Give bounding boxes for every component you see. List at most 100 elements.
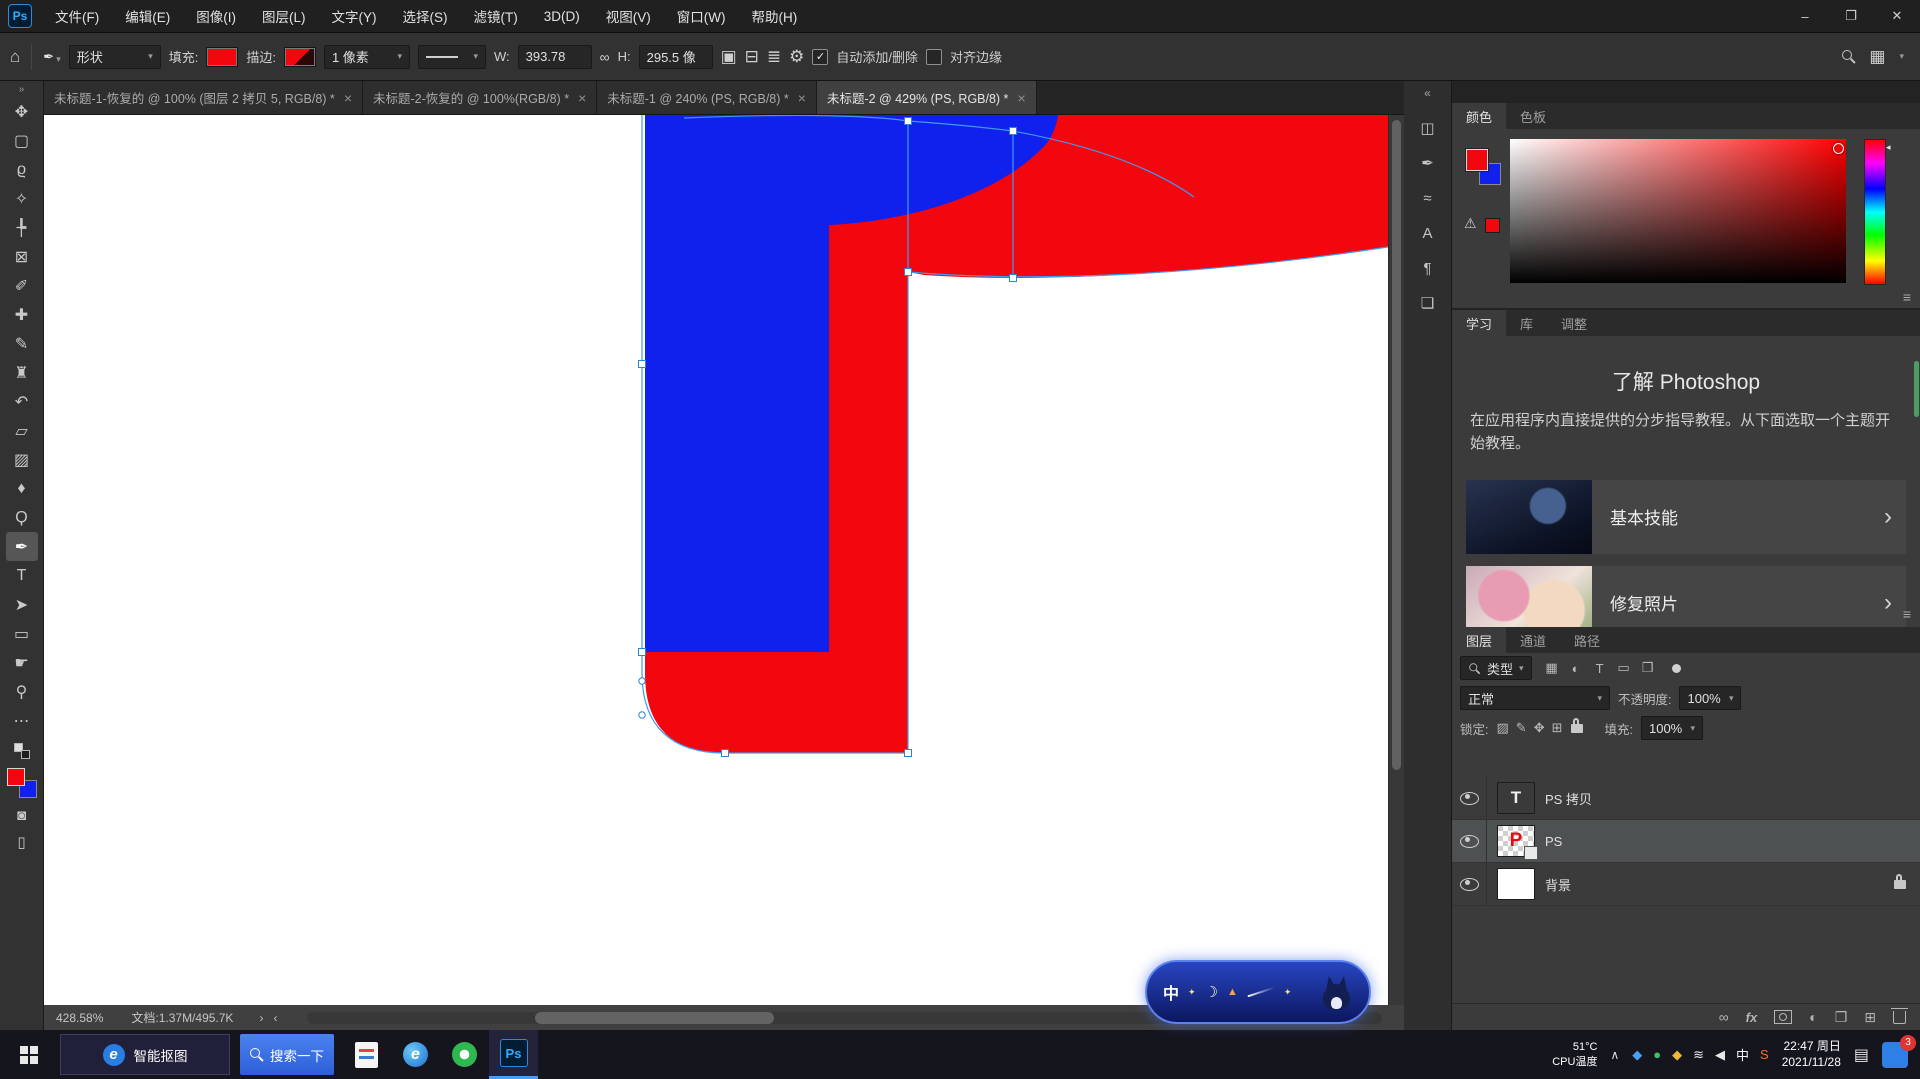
menu-item[interactable]: 滤镜(T) <box>461 0 531 32</box>
layer-row-ps-copy[interactable]: T PS 拷贝 <box>1452 777 1920 820</box>
menu-item[interactable]: 窗口(W) <box>664 0 739 32</box>
menu-item[interactable]: 文件(F) <box>42 0 112 32</box>
desktop-widget[interactable]: 中 ✦ ☽ ▲ ✦ <box>1145 960 1371 1024</box>
panel-tab[interactable]: 库 <box>1506 310 1547 336</box>
gradient-tool[interactable]: ▨ <box>6 445 38 474</box>
eyedropper-tool[interactable]: ✐ <box>6 271 38 300</box>
collapsed-character-panel[interactable]: A <box>1413 218 1443 248</box>
filter-adjustment-layers-icon[interactable]: ◐ <box>1566 661 1586 676</box>
layer-filter-dropdown[interactable]: 类型 ▾ <box>1460 656 1532 680</box>
lock-all-icon[interactable] <box>1571 724 1583 733</box>
panel-menu-icon[interactable]: ≡ <box>1903 289 1911 305</box>
link-dimensions-icon[interactable]: ∞ <box>600 49 610 65</box>
stroke-color-swatch[interactable] <box>284 47 316 67</box>
clone-stamp-tool[interactable]: ♜ <box>6 358 38 387</box>
taskbar-clock[interactable]: 22:47 周日 2021/11/28 <box>1782 1039 1841 1070</box>
gamut-warning-swatch[interactable] <box>1485 218 1500 233</box>
menu-item[interactable]: 编辑(E) <box>112 0 183 32</box>
layer-thumbnail[interactable]: T <box>1497 782 1535 814</box>
align-edges-checkbox[interactable] <box>926 49 942 65</box>
panel-scrollbar-thumb[interactable] <box>1914 361 1919 417</box>
minimize-button[interactable]: – <box>1782 0 1828 32</box>
horizontal-scrollbar-thumb[interactable] <box>535 1012 774 1024</box>
tool-mode-select[interactable]: 形状▾ <box>69 45 161 69</box>
hue-slider-marker[interactable]: ◂ <box>1886 142 1891 153</box>
status-chevron-right-icon[interactable]: › <box>259 1011 263 1025</box>
tray-icon-volume[interactable]: ◀ <box>1715 1047 1725 1063</box>
new-layer-icon[interactable]: ⊞ <box>1864 1009 1876 1026</box>
home-icon[interactable]: ⌂ <box>10 47 20 67</box>
screen-mode-icon[interactable]: ▯ <box>17 833 25 851</box>
shape-tool[interactable]: ▭ <box>6 619 38 648</box>
default-colors-icon[interactable] <box>14 743 30 759</box>
taskbar-edge-icon[interactable]: e <box>391 1030 440 1079</box>
layer-row-ps[interactable]: P PS <box>1452 820 1920 863</box>
panel-tab[interactable]: 通道 <box>1506 627 1560 653</box>
collapsed-histogram-panel[interactable]: ≈ <box>1413 183 1443 213</box>
opacity-select[interactable]: 100%▾ <box>1679 686 1741 710</box>
filter-type-layers-icon[interactable]: T <box>1590 661 1610 676</box>
layer-row-background[interactable]: 背景 <box>1452 863 1920 906</box>
zoom-tool[interactable]: ⚲ <box>6 677 38 706</box>
panel-tab[interactable]: 颜色 <box>1452 103 1506 129</box>
vertical-scrollbar[interactable] <box>1388 115 1404 1005</box>
collapsed-glyphs-panel[interactable]: ❏ <box>1413 288 1443 318</box>
start-button[interactable] <box>0 1030 58 1079</box>
workspace-caret-icon[interactable]: ▾ <box>1899 51 1904 62</box>
healing-brush-tool[interactable]: ✚ <box>6 300 38 329</box>
frame-tool[interactable]: ⊠ <box>6 242 38 271</box>
notification-doc-icon[interactable]: ▤ <box>1854 1045 1869 1065</box>
path-selection-tool[interactable]: ➤ <box>6 590 38 619</box>
expand-panels-icon[interactable]: « <box>1424 86 1431 100</box>
taskbar-app-smart-cutout[interactable]: e 智能抠图 <box>60 1034 230 1075</box>
filter-shape-layers-icon[interactable]: ▭ <box>1614 660 1634 676</box>
learn-card-retouch[interactable]: 修复照片 › <box>1466 566 1906 628</box>
panel-tab[interactable]: 学习 <box>1452 310 1506 336</box>
eraser-tool[interactable]: ▱ <box>6 416 38 445</box>
collapsed-properties-panel[interactable]: ◫ <box>1413 113 1443 143</box>
move-tool[interactable]: ✥ <box>6 97 38 126</box>
tab-close-icon[interactable]: × <box>1017 90 1025 106</box>
collapsed-info-panel[interactable]: ✒ <box>1413 148 1443 178</box>
workspace-icon[interactable]: ▦ <box>1869 47 1885 67</box>
brush-tool[interactable]: ✎ <box>6 329 38 358</box>
blur-tool[interactable]: ♦ <box>6 474 38 503</box>
menu-item[interactable]: 文字(Y) <box>319 0 390 32</box>
maximize-button[interactable]: ❐ <box>1828 0 1874 32</box>
layer-visibility-toggle[interactable] <box>1452 777 1487 819</box>
layer-thumbnail[interactable] <box>1497 868 1535 900</box>
menu-item[interactable]: 帮助(H) <box>738 0 810 32</box>
filter-smart-objects-icon[interactable]: ❒ <box>1638 660 1658 676</box>
stroke-type-select[interactable]: ▾ <box>418 45 486 69</box>
add-layer-mask-icon[interactable] <box>1774 1010 1792 1024</box>
edit-toolbar-icon[interactable]: ⋯ <box>6 706 38 735</box>
lasso-tool[interactable]: ϱ <box>6 155 38 184</box>
zoom-level[interactable]: 428.58% <box>56 1011 103 1025</box>
shape-width-input[interactable]: 393.78 <box>518 45 592 69</box>
crop-tool[interactable]: ╄ <box>6 213 38 242</box>
gamut-warning-icon[interactable]: ⚠ <box>1464 215 1477 232</box>
layer-visibility-toggle[interactable] <box>1452 863 1487 905</box>
layer-thumbnail[interactable]: P <box>1497 825 1535 857</box>
history-brush-tool[interactable]: ↶ <box>6 387 38 416</box>
menu-item[interactable]: 视图(V) <box>593 0 664 32</box>
lock-artboard-icon[interactable]: ⊞ <box>1552 720 1563 736</box>
cpu-temp-widget[interactable]: 51°C CPU温度 <box>1552 1040 1597 1069</box>
tab-close-icon[interactable]: × <box>578 90 586 106</box>
search-icon[interactable] <box>1842 50 1855 63</box>
path-options-gear-icon[interactable]: ⚙ <box>789 47 804 67</box>
menu-item[interactable]: 图像(I) <box>183 0 249 32</box>
tray-icon-wechat[interactable]: ● <box>1653 1047 1661 1062</box>
link-layers-icon[interactable]: ∞ <box>1719 1009 1729 1025</box>
collapsed-paragraph-panel[interactable]: ¶ <box>1413 253 1443 283</box>
path-arrangement-icon[interactable]: ≣ <box>767 47 781 67</box>
taskbar-360-browser-icon[interactable] <box>440 1030 489 1079</box>
menu-item[interactable]: 选择(S) <box>390 0 461 32</box>
menu-item[interactable]: 3D(D) <box>531 0 593 32</box>
close-button[interactable]: ✕ <box>1874 0 1920 32</box>
path-operations-icon[interactable]: ▣ <box>721 47 737 67</box>
layer-style-icon[interactable]: fx <box>1746 1010 1758 1025</box>
color-picker-cursor[interactable] <box>1833 143 1844 154</box>
hand-tool[interactable]: ☛ <box>6 648 38 677</box>
notification-center-icon[interactable]: 3 <box>1882 1042 1908 1068</box>
